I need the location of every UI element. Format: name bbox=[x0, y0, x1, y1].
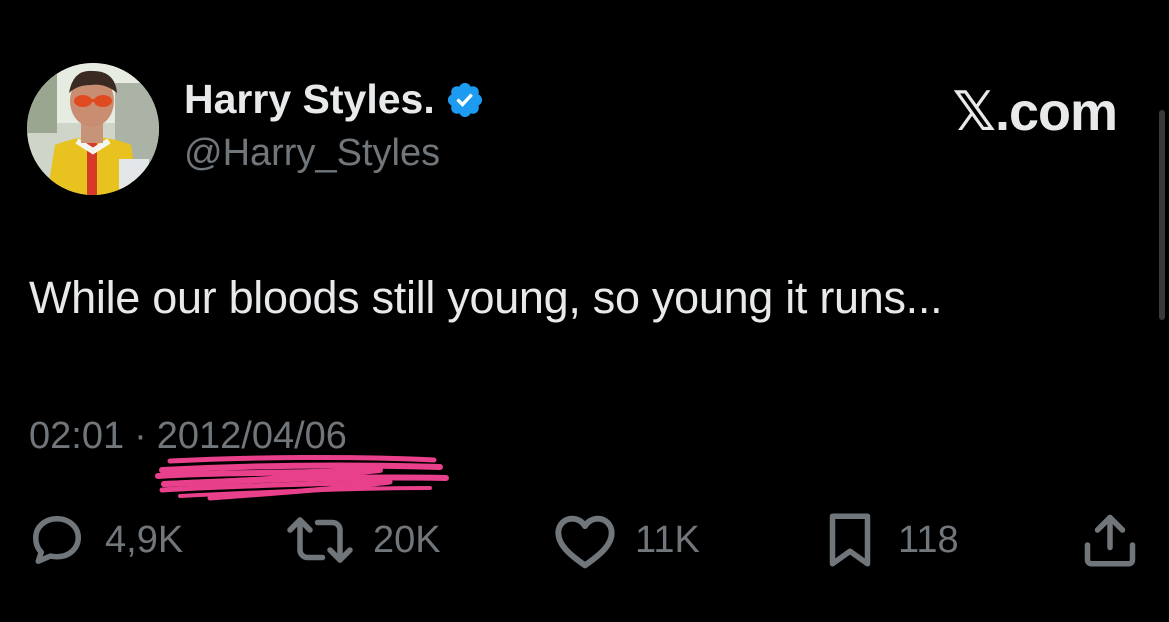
retweet-icon bbox=[285, 510, 355, 570]
author-display-name[interactable]: Harry Styles. bbox=[184, 76, 485, 123]
display-name-text: Harry Styles. bbox=[184, 76, 435, 122]
reply-count: 4,9K bbox=[105, 518, 184, 561]
bookmark-icon bbox=[820, 510, 880, 570]
author-avatar[interactable] bbox=[27, 63, 159, 195]
meta-separator: · bbox=[134, 415, 147, 457]
tweet-time: 02:01 bbox=[29, 415, 125, 457]
reply-button[interactable]: 4,9K bbox=[27, 505, 183, 575]
bookmark-button[interactable]: 118 bbox=[820, 505, 959, 575]
tweet-actions-bar: 4,9K 20K 11K 118 bbox=[0, 505, 1169, 575]
bookmark-count: 118 bbox=[898, 518, 959, 561]
share-button[interactable] bbox=[1080, 505, 1140, 575]
tweet-text: While our bloods still young, so young i… bbox=[29, 272, 943, 323]
pink-scribble-annotation bbox=[155, 454, 449, 501]
retweet-button[interactable]: 20K bbox=[285, 505, 441, 575]
reply-icon bbox=[27, 510, 87, 570]
avatar-photo bbox=[27, 63, 159, 195]
like-count: 11K bbox=[635, 518, 700, 561]
brand-label: 𝕏.com bbox=[952, 82, 1118, 142]
verified-badge-icon bbox=[445, 80, 485, 120]
share-icon bbox=[1080, 510, 1140, 570]
scrollbar[interactable] bbox=[1159, 110, 1165, 320]
author-handle[interactable]: @Harry_Styles bbox=[184, 132, 440, 175]
like-button[interactable]: 11K bbox=[553, 505, 700, 575]
heart-icon bbox=[553, 510, 617, 570]
retweet-count: 20K bbox=[373, 518, 441, 561]
